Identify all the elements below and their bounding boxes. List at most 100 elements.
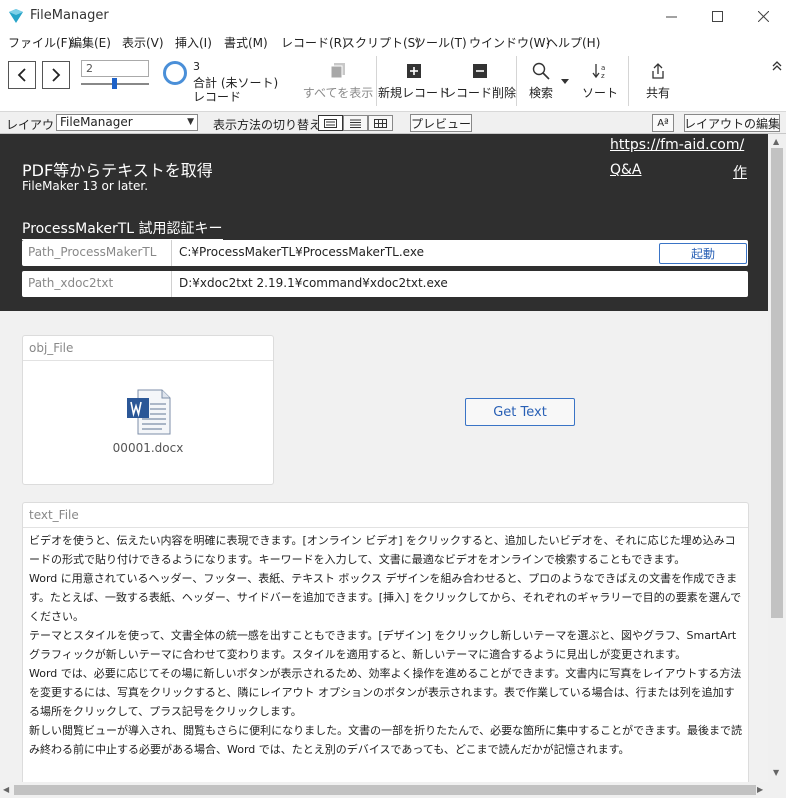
minimize-icon (665, 16, 677, 17)
vertical-scroll-thumb[interactable] (771, 148, 783, 618)
layout-select[interactable]: FileManager ▼ (56, 114, 198, 131)
next-record-button[interactable] (42, 61, 70, 89)
toolbar-separator (516, 56, 517, 106)
text-file-field[interactable]: ビデオを使うと、伝えたい内容を明確に表現できます。[オンライン ビデオ] をクリ… (29, 531, 743, 759)
form-view-icon (324, 118, 337, 128)
svg-text:z: z (601, 72, 605, 80)
caret-down-icon (561, 79, 569, 84)
menu-insert[interactable]: 挿入(I) (175, 34, 212, 51)
horizontal-scrollbar[interactable]: ◀ ▶ (0, 782, 768, 798)
sort-label: ソート (581, 86, 618, 100)
share-label: 共有 (645, 86, 670, 100)
previous-record-button[interactable] (8, 61, 36, 89)
show-all-button[interactable]: すべてを表示 (302, 58, 374, 110)
maximize-button[interactable] (694, 0, 740, 32)
obj-file-card[interactable]: obj_File 00001.docx (22, 335, 274, 485)
found-count: 3 (193, 60, 200, 73)
scroll-up-icon[interactable]: ▲ (773, 137, 779, 146)
menu-file[interactable]: ファイル(F) (8, 34, 72, 51)
records-label: レコード (193, 90, 242, 104)
sort-button[interactable]: az ソート (578, 58, 622, 110)
menu-bar: ファイル(F) 編集(E) 表示(V) 挿入(I) 書式(M) レコード(R) … (0, 32, 786, 52)
menu-view[interactable]: 表示(V) (122, 34, 164, 51)
search-icon (532, 62, 550, 80)
new-record-button[interactable]: 新規レコード (378, 58, 450, 110)
chevron-right-icon (52, 68, 61, 82)
menu-edit[interactable]: 編集(E) (70, 34, 111, 51)
menu-help[interactable]: ヘルプ(H) (546, 34, 600, 51)
sort-icon: az (592, 64, 605, 80)
chevron-left-icon (17, 68, 26, 82)
list-view-icon (350, 119, 361, 128)
menu-format[interactable]: 書式(M) (224, 34, 268, 51)
menu-window[interactable]: ウインドウ(W) (469, 34, 550, 51)
preview-button[interactable]: プレビュー (410, 114, 472, 132)
title-bar: FileManager (0, 0, 786, 32)
card-divider (23, 360, 273, 361)
page-subtitle: FileMaker 13 or later. (22, 179, 149, 193)
toolbar-separator (628, 56, 629, 106)
field-divider (171, 271, 172, 297)
path-processmaker-field[interactable]: C:¥ProcessMakerTL¥ProcessMakerTL.exe (179, 245, 424, 259)
header-band: PDF等からテキストを取得 FileMaker 13 or later. htt… (0, 134, 768, 311)
menu-records[interactable]: レコード(R) (281, 34, 347, 51)
scroll-down-icon[interactable]: ▼ (773, 768, 779, 777)
maximize-icon (711, 10, 723, 22)
text-paragraph: 新しい閲覧ビューが導入され、閲覧もさらに便利になりました。文書の一部を折りたたん… (29, 724, 743, 756)
layout-content: PDF等からテキストを取得 FileMaker 13 or later. htt… (0, 134, 768, 782)
menu-tools[interactable]: ツール(T) (414, 34, 467, 51)
obj-file-label: obj_File (29, 341, 74, 355)
record-slider-thumb[interactable] (112, 78, 117, 89)
scroll-left-icon[interactable]: ◀ (3, 785, 9, 794)
qa-link[interactable]: Q&A (610, 162, 642, 178)
share-button[interactable]: 共有 (636, 58, 680, 110)
launch-button[interactable]: 起動 (659, 243, 747, 264)
menu-scripts[interactable]: スクリプト(S) (343, 34, 420, 51)
minus-icon (473, 64, 487, 78)
show-all-label: すべてを表示 (302, 86, 374, 100)
card-divider (23, 527, 748, 528)
page-title: PDF等からテキストを取得 (22, 161, 213, 180)
file-name: 00001.docx (112, 441, 184, 455)
path-processmaker-row: Path_ProcessMakerTL C:¥ProcessMakerTL¥Pr… (22, 240, 748, 266)
text-format-button[interactable]: Aª (652, 114, 674, 132)
view-as-table-button[interactable] (368, 115, 393, 131)
close-button[interactable] (740, 0, 786, 32)
caret-down-icon: ▼ (187, 117, 194, 127)
search-button[interactable]: 検索 (522, 58, 560, 110)
text-file-label: text_File (29, 508, 79, 522)
license-key-link[interactable]: ProcessMakerTL 試用認証キー (22, 218, 223, 240)
path-xdoc2txt-field[interactable]: D:¥xdoc2txt 2.19.1¥command¥xdoc2txt.exe (179, 276, 448, 290)
field-divider (171, 240, 172, 266)
text-paragraph: Word では、必要に応じてその場に新しいボタンが表示されるため、効率よく操作を… (29, 667, 742, 718)
horizontal-scroll-thumb[interactable] (14, 785, 756, 795)
scroll-right-icon[interactable]: ▶ (757, 785, 763, 794)
layout-bar: レイアウト: FileManager ▼ 表示方法の切り替え: プレビュー Aª… (0, 112, 786, 134)
layout-select-value: FileManager (60, 115, 133, 129)
search-dropdown-button[interactable] (560, 74, 572, 86)
path-xdoc2txt-label: Path_xdoc2txt (28, 276, 114, 290)
toolbar-separator (376, 56, 377, 106)
path-xdoc2txt-row: Path_xdoc2txt D:¥xdoc2txt 2.19.1¥command… (22, 271, 748, 297)
view-as-label: 表示方法の切り替え: (213, 118, 326, 132)
minimize-button[interactable] (648, 0, 694, 32)
svg-text:a: a (601, 64, 605, 72)
text-file-card[interactable]: text_File ビデオを使うと、伝えたい内容を明確に表現できます。[オンライ… (22, 502, 749, 782)
found-set-pie-icon (163, 61, 187, 85)
share-icon (652, 63, 664, 79)
current-record-input[interactable]: 2 (81, 60, 149, 77)
view-as-form-button[interactable] (318, 115, 343, 131)
author-link[interactable]: 作 (733, 162, 747, 182)
plus-icon (407, 64, 421, 78)
vertical-scrollbar[interactable]: ▲ ▼ (768, 134, 786, 782)
edit-layout-button[interactable]: レイアウトの編集 (684, 114, 780, 132)
text-paragraph: Word に用意されているヘッダー、フッター、表紙、テキスト ボックス デザイン… (29, 572, 742, 623)
text-paragraph: ビデオを使うと、伝えたい内容を明確に表現できます。[オンライン ビデオ] をクリ… (29, 534, 736, 566)
table-view-icon (374, 118, 387, 128)
delete-record-button[interactable]: レコード削除 (444, 58, 516, 110)
window-title: FileManager (30, 8, 109, 23)
view-as-list-button[interactable] (343, 115, 368, 131)
get-text-button[interactable]: Get Text (465, 398, 575, 426)
site-link[interactable]: https://fm-aid.com/ (610, 137, 744, 153)
collapse-toolbar-button[interactable] (772, 60, 784, 72)
